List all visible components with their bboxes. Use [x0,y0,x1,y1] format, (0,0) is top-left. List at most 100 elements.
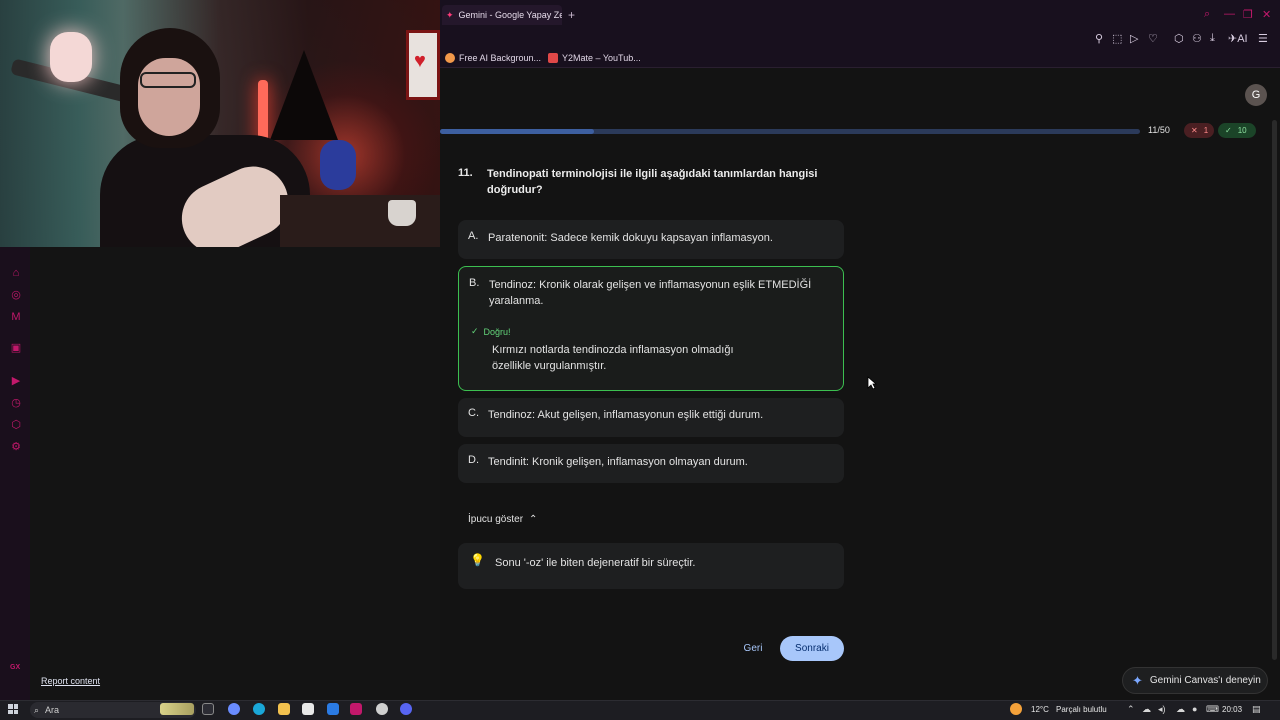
ai-button[interactable]: ✈AI [1228,32,1248,45]
option-a[interactable]: A. Paratenonit: Sadece kemik dokuyu kaps… [458,220,844,259]
sidebar-instagram-icon[interactable]: ◎ [10,289,22,301]
option-d[interactable]: D. Tendinit: Kronik gelişen, inflamasyon… [458,444,844,483]
opera-gx-icon[interactable] [350,703,362,715]
task-view-icon[interactable] [202,703,214,715]
hint-panel: 💡 Sonu '-oz' ile biten dejeneratif bir s… [458,543,844,589]
explanation-text: Kırmızı notlarda tendinozda inflamasyon … [492,344,734,372]
bookmark-y2mate[interactable]: Y2Mate – YouTub... [548,53,641,63]
taskbar-widget-icon[interactable] [160,703,194,715]
question-text: Tendinopati terminolojisi ile ilgili aşa… [487,168,818,196]
new-tab-button[interactable]: + [568,8,575,22]
heart-icon[interactable]: ♡ [1148,32,1158,45]
download-icon[interactable]: ⤓ [1210,32,1215,45]
bookmark-label: Free AI Backgroun... [459,53,542,63]
weather-icon [1010,703,1022,715]
search-placeholder: Ara [45,705,60,715]
hint-toggle-label: İpucu göster [468,514,524,525]
correct-label: Doğru! [483,326,511,337]
extensions-icon[interactable]: ⬡ [1174,32,1184,45]
search-icon: ⌕ [34,704,40,715]
profile-icon[interactable]: ⚇ [1192,32,1202,45]
gemini-star-icon: ✦ [1132,672,1143,688]
pin-icon[interactable]: ⚲ [1095,32,1103,45]
hint-text: Sonu '-oz' ile biten dejeneratif bir sür… [495,557,696,569]
edge-icon[interactable] [253,703,265,715]
wrong-icon: ✕ [1191,126,1198,135]
bookmark-label: Y2Mate – YouTub... [562,53,641,63]
cam-desk [280,195,440,247]
gemini-canvas-button[interactable]: ✦ Gemini Canvas'ı deneyin [1122,667,1268,694]
avatar[interactable]: G [1245,84,1267,106]
sidebar-player-icon[interactable]: ▶ [10,375,22,387]
option-text: Paratenonit: Sadece kemik dokuyu kapsaya… [488,232,773,244]
sidebar-settings-icon[interactable]: ⚙ [10,441,22,453]
minimize-icon[interactable]: — [1224,8,1235,20]
option-letter: C. [468,407,479,419]
lightbulb-icon: 💡 [470,553,485,567]
option-text: Tendinoz: Kronik olarak gelişen ve infla… [489,279,812,307]
canvas-label: Gemini Canvas'ı deneyin [1149,675,1261,686]
menu-icon[interactable]: ☰ [1258,32,1268,45]
file-explorer-icon[interactable] [278,703,290,715]
tab-bar [440,0,1280,30]
volume-icon[interactable]: ◂) [1158,704,1166,715]
question-number: 11. [458,167,473,179]
quiz-progress-bar [440,129,1140,134]
cam-plush-toy [320,140,356,190]
cam-witch-hat [270,50,338,140]
bookmark-favicon [445,53,455,63]
right-count-badge: ✓ 10 [1218,123,1256,138]
close-icon[interactable]: ✕ [1262,8,1271,21]
copilot-icon[interactable] [228,703,240,715]
onedrive-icon[interactable]: ☁ [1176,704,1185,715]
weather-desc: Parçalı bulutlu [1056,705,1107,714]
keyboard-icon[interactable]: ⌨ [1206,704,1219,715]
report-content-link[interactable]: Report content [41,676,100,686]
store-icon[interactable] [302,703,314,715]
left-empty-area [30,247,440,700]
play-icon[interactable]: ▷ [1130,32,1138,45]
cam-mug [388,200,416,226]
obs-icon[interactable] [376,703,388,715]
tab-gemini[interactable]: ✦ Gemini - Google Yapay Zeka [442,5,562,25]
browser-sidebar: ⌂ ◎ M ▣ ▶ ◷ ⬡ ⚙ [0,247,30,700]
sidebar-history-icon[interactable]: ◷ [10,397,22,409]
search-tabs-icon[interactable]: ⌕ [1204,8,1210,21]
option-letter: D. [468,454,479,466]
option-c[interactable]: C. Tendinoz: Akut gelişen, inflamasyonun… [458,398,844,437]
cam-glasses [140,72,196,88]
right-count: 10 [1237,126,1247,135]
mic-icon[interactable]: ● [1192,704,1197,714]
tray-chevron-icon[interactable]: ⌃ [1127,704,1135,715]
clock: 20:03 [1222,705,1243,714]
discord-icon[interactable] [400,703,412,715]
windows-start-icon[interactable] [8,704,18,714]
sidebar-gmail-icon[interactable]: M [10,311,22,323]
check-icon: ✓ [1225,126,1232,135]
bookmark-favicon [548,53,558,63]
notification-icon[interactable]: ▤ [1252,704,1261,715]
network-icon[interactable]: ☁ [1142,704,1151,715]
option-letter: B. [469,277,480,289]
mouse-cursor-icon [867,376,877,390]
quiz-progress-fill [440,129,594,134]
sidebar-extensions-icon[interactable]: ⬡ [10,419,22,431]
scrollbar[interactable] [1272,120,1277,660]
maximize-icon[interactable]: ❐ [1243,8,1253,21]
wrong-count-badge: ✕ 1 [1184,123,1214,138]
sidebar-shop-icon[interactable]: ⌂ [10,267,22,279]
wrong-count: 1 [1203,126,1209,135]
back-button[interactable]: Geri [733,640,773,658]
cam-heart-icon: ♥ [414,50,426,72]
tab-title: Gemini - Google Yapay Zeka [458,10,562,20]
option-b-correct[interactable]: B. Tendinoz: Kronik olarak gelişen ve in… [458,266,844,391]
ai-label: AI [1237,33,1248,45]
cam-microphone [50,32,92,82]
sidebar-twitch-icon[interactable]: ▣ [10,342,22,354]
option-letter: A. [468,230,479,242]
mail-icon[interactable] [327,703,339,715]
hint-toggle-button[interactable]: İpucu göster ⌃ [468,514,537,525]
bookmark-free-ai[interactable]: Free AI Backgroun... [445,53,541,63]
snapshot-icon[interactable]: ⬚ [1112,32,1122,45]
next-button[interactable]: Sonraki [780,636,844,661]
